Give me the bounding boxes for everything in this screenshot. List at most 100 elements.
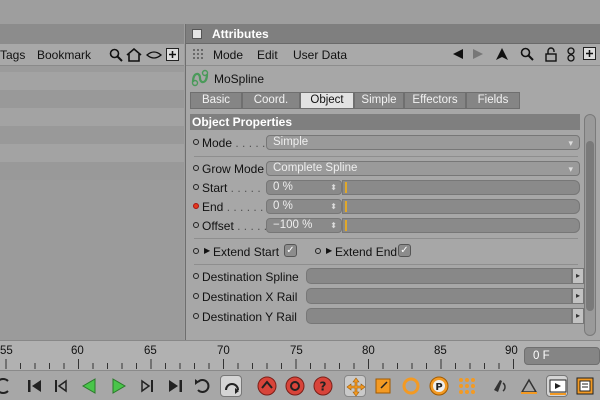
link-arrow-icon[interactable]: ▸ <box>572 288 584 304</box>
point-level-icon[interactable] <box>456 375 478 397</box>
home-icon[interactable] <box>126 48 142 62</box>
back-arrow-icon[interactable] <box>451 47 465 61</box>
tab-effectors[interactable]: Effectors <box>404 92 466 109</box>
play-backward-icon[interactable] <box>78 375 100 397</box>
panel-close-box-icon[interactable] <box>192 29 202 39</box>
mospline-icon <box>190 68 210 88</box>
keyframe-dot-icon[interactable] <box>193 313 199 319</box>
keyframe-dot-icon[interactable] <box>193 184 199 190</box>
keyframe-dot-icon[interactable] <box>193 248 199 254</box>
end-input[interactable]: 0 % ⬍ <box>266 199 342 214</box>
menu-user-data[interactable]: User Data <box>293 48 347 62</box>
end-label-text: End <box>202 200 224 214</box>
scrollbar-thumb[interactable] <box>586 141 594 311</box>
start-slider[interactable] <box>342 180 580 195</box>
keyframe-dot-icon[interactable] <box>315 248 321 254</box>
new-panel-icon[interactable] <box>583 47 596 60</box>
tab-coord[interactable]: Coord. <box>242 92 300 109</box>
offset-value: −100 % <box>273 219 313 231</box>
tab-object[interactable]: Object <box>300 92 354 109</box>
end-slider[interactable] <box>342 199 580 214</box>
chevron-down-icon: ▾ <box>568 164 573 174</box>
menu-bookmarks[interactable]: Bookmark <box>37 48 105 62</box>
keyframe-dot-icon[interactable] <box>193 203 199 209</box>
next-key-icon[interactable] <box>136 375 158 397</box>
spinner-arrows-icon[interactable]: ⬍ <box>330 219 337 232</box>
slider-handle[interactable] <box>345 220 347 231</box>
playback-mode-icon[interactable] <box>220 375 242 397</box>
eye-icon[interactable] <box>146 48 162 62</box>
timeline-ruler[interactable]: 55 60 65 70 75 80 85 90 0 F <box>0 340 600 370</box>
keyframe-dot-icon[interactable] <box>193 293 199 299</box>
object-list-row[interactable] <box>0 90 184 108</box>
lock-icon[interactable] <box>544 47 558 62</box>
link-arrow-icon[interactable]: ▸ <box>572 268 584 284</box>
new-panel-icon[interactable] <box>166 48 179 61</box>
play-forward-icon[interactable] <box>108 375 130 397</box>
destination-x-rail-label: Destination X Rail <box>202 290 298 304</box>
picture-viewer-icon[interactable] <box>574 375 596 397</box>
keyframe-dot-icon[interactable] <box>193 139 199 145</box>
menu-mode[interactable]: Mode <box>213 48 243 62</box>
parameter-key-icon[interactable]: P <box>428 375 450 397</box>
spinner-arrows-icon[interactable]: ⬍ <box>330 181 337 194</box>
menu-edit[interactable]: Edit <box>257 48 278 62</box>
offset-input[interactable]: −100 % ⬍ <box>266 218 342 233</box>
slider-handle[interactable] <box>345 182 347 193</box>
timeline-ticks <box>5 359 514 369</box>
link-icon[interactable] <box>565 47 577 62</box>
up-arrow-icon[interactable] <box>495 47 509 61</box>
spinner-arrows-icon[interactable]: ⬍ <box>330 200 337 213</box>
extend-end-label: Extend End <box>335 245 398 259</box>
destination-y-rail-label: Destination Y Rail <box>202 310 297 324</box>
link-arrow-icon[interactable]: ▸ <box>572 308 584 324</box>
object-manager-menubar: Tags Bookmark <box>0 44 184 66</box>
keyframe-dot-icon[interactable] <box>193 165 199 171</box>
rotate-key-icon[interactable] <box>400 375 422 397</box>
object-list-row[interactable] <box>0 126 184 144</box>
destination-x-rail-field[interactable] <box>306 288 572 304</box>
forward-arrow-icon[interactable] <box>471 47 485 61</box>
mode-dropdown[interactable]: Simple ▾ <box>266 135 580 150</box>
section-header-object-properties[interactable]: Object Properties <box>190 114 580 130</box>
search-icon[interactable] <box>520 47 534 61</box>
loop-back-button[interactable] <box>0 375 14 397</box>
attributes-scrollbar[interactable] <box>584 114 596 336</box>
tab-simple[interactable]: Simple <box>354 92 404 109</box>
object-list-row[interactable] <box>0 72 184 90</box>
object-list-row[interactable] <box>0 144 184 162</box>
scale-key-icon[interactable] <box>372 375 394 397</box>
extend-start-checkbox[interactable]: ✓ <box>284 244 297 257</box>
previous-key-icon[interactable] <box>50 375 72 397</box>
go-to-start-icon[interactable] <box>24 375 46 397</box>
record-keys-icon[interactable] <box>256 375 278 397</box>
object-list-row[interactable] <box>0 162 184 180</box>
tab-basic[interactable]: Basic <box>190 92 242 109</box>
destination-y-rail-field[interactable] <box>306 308 572 324</box>
keyframe-dot-icon[interactable] <box>193 222 199 228</box>
search-icon[interactable] <box>109 48 123 62</box>
move-key-icon[interactable] <box>344 375 366 397</box>
slider-handle[interactable] <box>345 201 347 212</box>
grow-mode-label: Grow Mode <box>202 162 265 176</box>
param-start: Start . . . . . 0 % ⬍ <box>190 179 580 197</box>
loop-icon[interactable] <box>192 375 214 397</box>
sound-icon[interactable] <box>490 375 512 397</box>
extend-end-checkbox[interactable]: ✓ <box>398 244 411 257</box>
object-list-row[interactable] <box>0 108 184 126</box>
keyframe-dot-icon[interactable] <box>193 273 199 279</box>
go-to-end-icon[interactable] <box>164 375 186 397</box>
render-region-icon[interactable] <box>518 375 540 397</box>
offset-slider[interactable] <box>342 218 580 233</box>
grow-mode-dropdown[interactable]: Complete Spline ▾ <box>266 161 580 176</box>
destination-spline-field[interactable] <box>306 268 572 284</box>
start-input[interactable]: 0 % ⬍ <box>266 180 342 195</box>
tab-fields[interactable]: Fields <box>466 92 520 109</box>
autokey-icon[interactable] <box>284 375 306 397</box>
menu-tags[interactable]: Tags <box>0 48 25 62</box>
grow-mode-value: Complete Spline <box>273 162 358 174</box>
help-icon[interactable]: ? <box>312 375 334 397</box>
param-destination-x-rail: Destination X Rail ▸ <box>190 288 584 306</box>
render-view-icon[interactable] <box>546 375 568 397</box>
current-frame-field[interactable]: 0 F <box>524 347 600 365</box>
